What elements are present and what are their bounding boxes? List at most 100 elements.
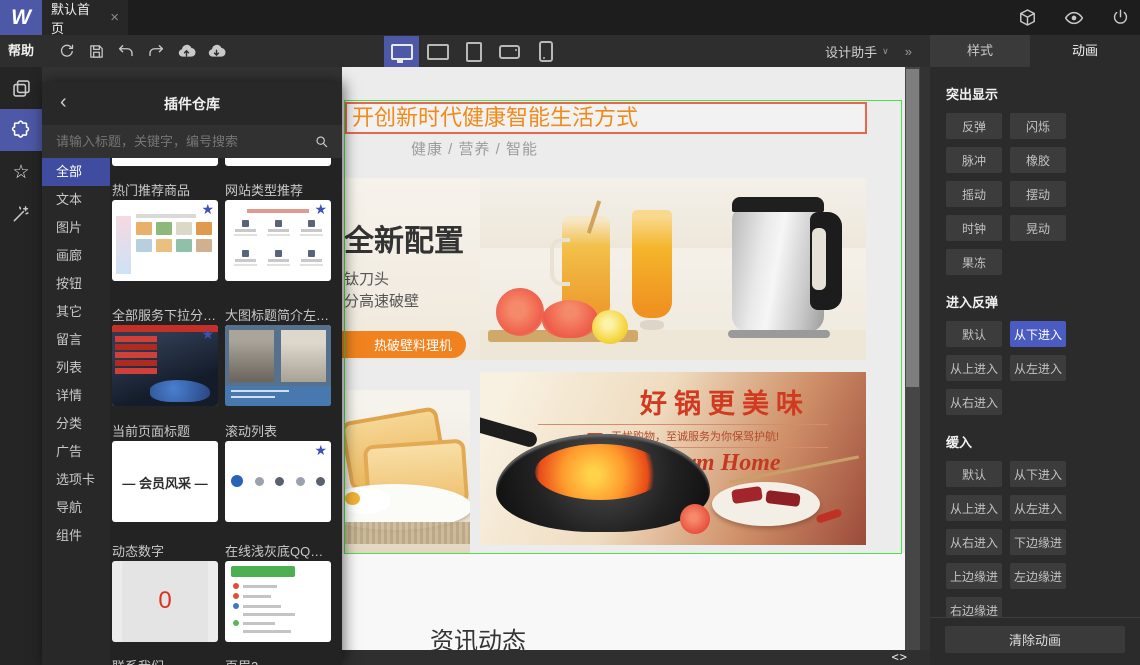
plugin-search-input[interactable] xyxy=(54,133,314,150)
code-view-icon[interactable]: <> xyxy=(892,650,908,665)
design-assistant-dropdown[interactable]: 设计助手 ∨ xyxy=(825,42,889,61)
selected-title-element[interactable]: 开创新时代健康智能生活方式 xyxy=(345,102,867,134)
scrollbar-thumb[interactable] xyxy=(906,69,919,387)
plugin-category-1[interactable]: 文本 xyxy=(42,186,110,214)
site-hero-subtitle[interactable]: 健康 / 营养 / 智能 xyxy=(372,138,577,159)
components-cube-icon[interactable] xyxy=(1018,8,1037,27)
animation-button[interactable]: 从左进入 xyxy=(1010,355,1066,381)
clear-animation-button[interactable]: 清除动画 xyxy=(945,626,1125,653)
cloud-upload-icon[interactable] xyxy=(175,39,197,63)
device-phone-portrait-button[interactable] xyxy=(528,36,563,67)
animation-button[interactable]: 从下进入 xyxy=(1010,321,1066,347)
animation-button[interactable]: 果冻 xyxy=(946,249,1002,275)
plugin-category-6[interactable]: 留言 xyxy=(42,326,110,354)
plugin-category-4[interactable]: 按钮 xyxy=(42,270,110,298)
feature-line-2[interactable]: 分高速破壁 xyxy=(344,290,419,311)
plugin-category-2[interactable]: 图片 xyxy=(42,214,110,242)
sidebar-item-favorites[interactable]: ☆ xyxy=(0,151,42,193)
plugin-card-qq-service[interactable] xyxy=(225,561,331,642)
news-section[interactable]: 资讯动态 xyxy=(342,553,905,650)
plugin-card-page-title[interactable]: — 会员风采 — xyxy=(112,441,218,522)
animation-button[interactable]: 摇动 xyxy=(946,181,1002,207)
site-hero-title[interactable]: 开创新时代健康智能生活方式 xyxy=(347,104,865,131)
animation-button[interactable]: 时钟 xyxy=(946,215,1002,241)
animation-button[interactable]: 脉冲 xyxy=(946,147,1002,173)
feature-line-1[interactable]: 钛刀头 xyxy=(344,268,389,289)
plugin-category-13[interactable]: 组件 xyxy=(42,522,110,550)
tab-style[interactable]: 样式 xyxy=(930,35,1030,67)
animation-button[interactable]: 从上进入 xyxy=(946,495,1002,521)
plugin-card-partial[interactable] xyxy=(225,158,331,166)
refresh-icon[interactable] xyxy=(55,39,77,63)
plugin-card-image-slider[interactable] xyxy=(225,325,331,406)
animation-button[interactable]: 橡胶 xyxy=(1010,147,1066,173)
back-arrow-icon[interactable]: ‹ xyxy=(60,82,67,125)
design-canvas[interactable]: 开创新时代健康智能生活方式 健康 / 营养 / 智能 全新配置 钛刀头 分高速破… xyxy=(342,67,905,650)
plugin-category-10[interactable]: 广告 xyxy=(42,438,110,466)
plugin-card-dropdown-menu[interactable]: ★ xyxy=(112,325,218,406)
animation-button[interactable]: 从下进入 xyxy=(1010,461,1066,487)
animation-button[interactable]: 反弹 xyxy=(946,113,1002,139)
plugin-category-3[interactable]: 画廊 xyxy=(42,242,110,270)
device-phone-landscape-button[interactable] xyxy=(492,36,527,67)
animation-button[interactable]: 默认 xyxy=(946,321,1002,347)
page-tab[interactable]: 默认首页 × xyxy=(42,0,128,36)
plugin-category-9[interactable]: 分类 xyxy=(42,410,110,438)
animation-button[interactable]: 从左进入 xyxy=(1010,495,1066,521)
plugin-card-hot-products[interactable]: ★ xyxy=(112,200,218,281)
animation-button[interactable]: 上边缘进 xyxy=(946,563,1002,589)
animation-button[interactable]: 左边缘进 xyxy=(1010,563,1066,589)
star-icon[interactable]: ★ xyxy=(201,327,214,341)
plugin-card-partial[interactable] xyxy=(112,158,218,166)
kettle-banner-image[interactable] xyxy=(480,178,866,360)
cloud-download-icon[interactable] xyxy=(205,39,227,63)
plugin-category-8[interactable]: 详情 xyxy=(42,382,110,410)
plugin-card-dynamic-number[interactable]: 0 xyxy=(112,561,218,642)
sidebar-item-wizard[interactable] xyxy=(0,193,42,235)
search-icon[interactable] xyxy=(314,134,330,150)
wok-banner-image[interactable]: 好锅更美味 无忧购物，至诚服务为你保驾护航! Warm Home xyxy=(480,372,866,545)
animation-button[interactable]: 从右进入 xyxy=(946,389,1002,415)
star-icon[interactable]: ★ xyxy=(201,202,214,216)
plugin-category-11[interactable]: 选项卡 xyxy=(42,466,110,494)
redo-icon[interactable] xyxy=(145,39,167,63)
preview-eye-icon[interactable] xyxy=(1064,8,1084,28)
power-exit-icon[interactable] xyxy=(1111,8,1130,27)
sidebar-item-plugins[interactable] xyxy=(0,109,42,151)
tab-close-icon[interactable]: × xyxy=(110,10,119,25)
collapse-panel-arrows[interactable]: » xyxy=(905,44,912,59)
feature-heading[interactable]: 全新配置 xyxy=(344,216,464,260)
news-heading[interactable]: 资讯动态 xyxy=(430,621,526,650)
sidebar-item-pages[interactable] xyxy=(0,67,42,109)
tablet-landscape-icon xyxy=(426,43,449,60)
feature-cta-button[interactable]: 热破壁料理机 xyxy=(342,331,466,358)
star-icon[interactable]: ★ xyxy=(314,443,327,457)
canvas-scrollbar[interactable] xyxy=(905,67,920,650)
plugin-card-website-types[interactable]: ★ xyxy=(225,200,331,281)
animation-button[interactable]: 默认 xyxy=(946,461,1002,487)
plugin-card-scroll-list[interactable]: ★ xyxy=(225,441,331,522)
plugin-category-12[interactable]: 导航 xyxy=(42,494,110,522)
undo-icon[interactable] xyxy=(115,39,137,63)
plugin-category-5[interactable]: 其它 xyxy=(42,298,110,326)
animation-section-title-1: 进入反弹 xyxy=(946,295,999,310)
help-button[interactable]: 帮助 xyxy=(8,35,34,67)
feature-text-block[interactable]: 全新配置 钛刀头 分高速破壁 热破壁料理机 xyxy=(342,178,480,360)
plugin-category-0[interactable]: 全部 xyxy=(42,158,110,186)
star-icon[interactable]: ★ xyxy=(314,202,327,216)
device-tablet-portrait-button[interactable] xyxy=(456,36,491,67)
animation-button[interactable]: 下边缘进 xyxy=(1010,529,1066,555)
device-tablet-landscape-button[interactable] xyxy=(420,36,455,67)
animation-button[interactable]: 晃动 xyxy=(1010,215,1066,241)
animation-button[interactable]: 右边缘进 xyxy=(946,597,1002,617)
tab-animation[interactable]: 动画 xyxy=(1030,35,1140,67)
save-icon[interactable] xyxy=(85,39,107,63)
animation-button[interactable]: 摆动 xyxy=(1010,181,1066,207)
plugin-category-7[interactable]: 列表 xyxy=(42,354,110,382)
toast-banner-image[interactable] xyxy=(345,390,470,553)
animation-button[interactable]: 从右进入 xyxy=(946,529,1002,555)
animation-button[interactable]: 闪烁 xyxy=(1010,113,1066,139)
animation-button[interactable]: 从上进入 xyxy=(946,355,1002,381)
plugin-search-bar[interactable] xyxy=(42,125,342,158)
device-desktop-button[interactable] xyxy=(384,36,419,67)
